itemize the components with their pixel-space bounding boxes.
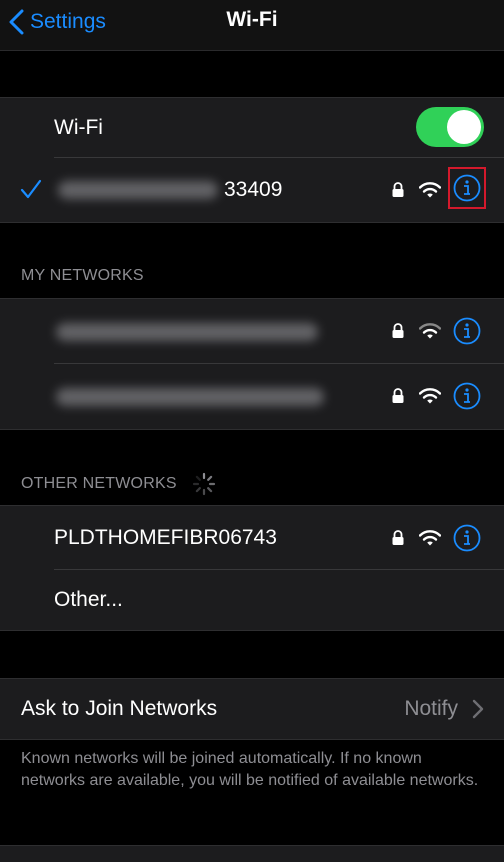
page-title: Wi-Fi <box>226 8 278 31</box>
loading-spinner-icon <box>192 472 216 496</box>
redacted-network-name <box>58 181 218 199</box>
connected-network-row[interactable]: 33409 <box>0 158 504 222</box>
other-network-option-row[interactable]: Other... <box>0 570 504 630</box>
info-icon[interactable] <box>453 174 481 202</box>
my-network-row[interactable] <box>0 299 504 364</box>
ask-to-join-networks-row[interactable]: Ask to Join Networks Notify <box>0 678 504 740</box>
lock-icon <box>392 323 404 338</box>
connected-network-name-suffix: 33409 <box>224 178 283 201</box>
wifi-signal-icon <box>419 323 441 339</box>
wifi-signal-icon <box>419 182 441 198</box>
other-networks-group: PLDTHOMEFIBR06743 Other... <box>0 505 504 631</box>
next-group-edge <box>0 845 504 862</box>
other-network-label: Other... <box>54 588 123 611</box>
info-icon[interactable] <box>453 317 481 345</box>
wifi-toggle-switch[interactable] <box>416 107 484 147</box>
other-network-row[interactable]: PLDTHOMEFIBR06743 <box>0 506 504 570</box>
wifi-signal-icon <box>419 388 441 404</box>
lock-icon <box>392 530 404 545</box>
other-networks-header: OTHER NETWORKS <box>21 475 177 492</box>
lock-icon <box>392 182 404 197</box>
info-icon[interactable] <box>453 382 481 410</box>
info-icon[interactable] <box>453 524 481 552</box>
my-networks-header: MY NETWORKS <box>21 267 144 284</box>
checkmark-icon <box>20 179 42 199</box>
lock-icon <box>392 388 404 403</box>
toggle-knob <box>447 110 481 144</box>
navigation-bar: Settings Wi-Fi <box>0 0 504 51</box>
chevron-right-icon <box>472 699 484 719</box>
ask-to-join-value: Notify <box>404 697 458 720</box>
wifi-signal-icon <box>419 530 441 546</box>
my-network-row[interactable] <box>0 364 504 429</box>
network-name: PLDTHOMEFIBR06743 <box>54 526 277 549</box>
redacted-network-name <box>56 323 318 341</box>
my-networks-group <box>0 298 504 430</box>
ask-to-join-label: Ask to Join Networks <box>21 697 218 720</box>
redacted-network-name <box>56 388 324 406</box>
wifi-toggle-label: Wi-Fi <box>54 116 103 139</box>
ask-to-join-footer-text: Known networks will be joined automatica… <box>21 750 479 789</box>
